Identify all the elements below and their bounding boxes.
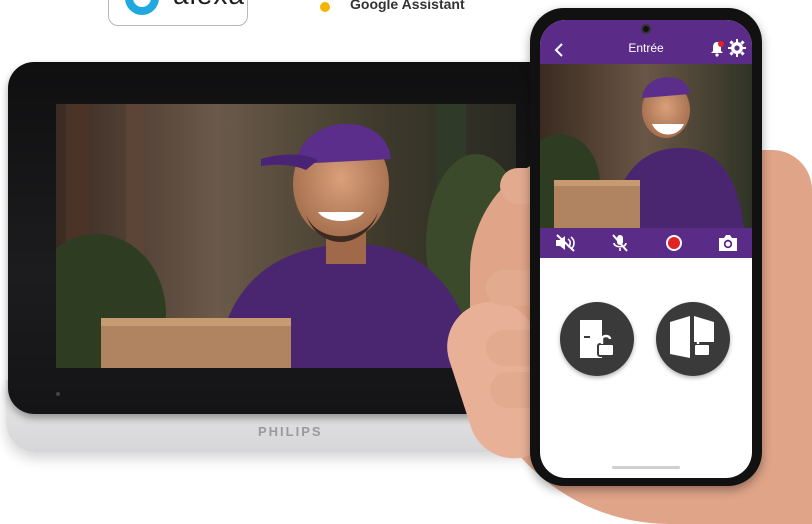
speaker-mute-icon[interactable]: [554, 233, 578, 253]
camera-icon[interactable]: [716, 233, 740, 253]
monitor-brand-label: PHILIPS: [258, 424, 323, 439]
home-indicator: [612, 466, 680, 469]
google-assistant-logo-icon: [320, 2, 330, 12]
app-screen: Entrée: [540, 20, 752, 478]
product-scene: alexa Google Assistant: [0, 0, 812, 524]
chevron-left-icon[interactable]: [550, 40, 570, 60]
monitor-indicator-led: [56, 392, 60, 396]
gear-icon[interactable]: [728, 39, 746, 57]
door-unlock-button[interactable]: [560, 302, 634, 376]
microphone-mute-icon[interactable]: [608, 233, 632, 253]
gate-unlock-icon: [670, 316, 714, 358]
app-video-feed: [540, 64, 752, 228]
call-controls-bar: [540, 228, 752, 258]
alexa-label: alexa: [173, 0, 245, 11]
alexa-logo-icon: [125, 0, 159, 15]
google-assistant-label: Google Assistant: [350, 0, 465, 12]
page-title: Entrée: [628, 41, 664, 55]
alexa-badge: alexa: [108, 0, 248, 26]
front-camera: [641, 24, 651, 34]
delivery-man-image: [56, 104, 516, 368]
bell-icon[interactable]: [710, 41, 724, 57]
monitor-video-feed: [56, 104, 516, 368]
record-icon[interactable]: [662, 233, 686, 253]
gate-unlock-button[interactable]: [656, 302, 730, 376]
delivery-man-image: [540, 64, 752, 228]
door-unlock-icon: [580, 320, 615, 358]
